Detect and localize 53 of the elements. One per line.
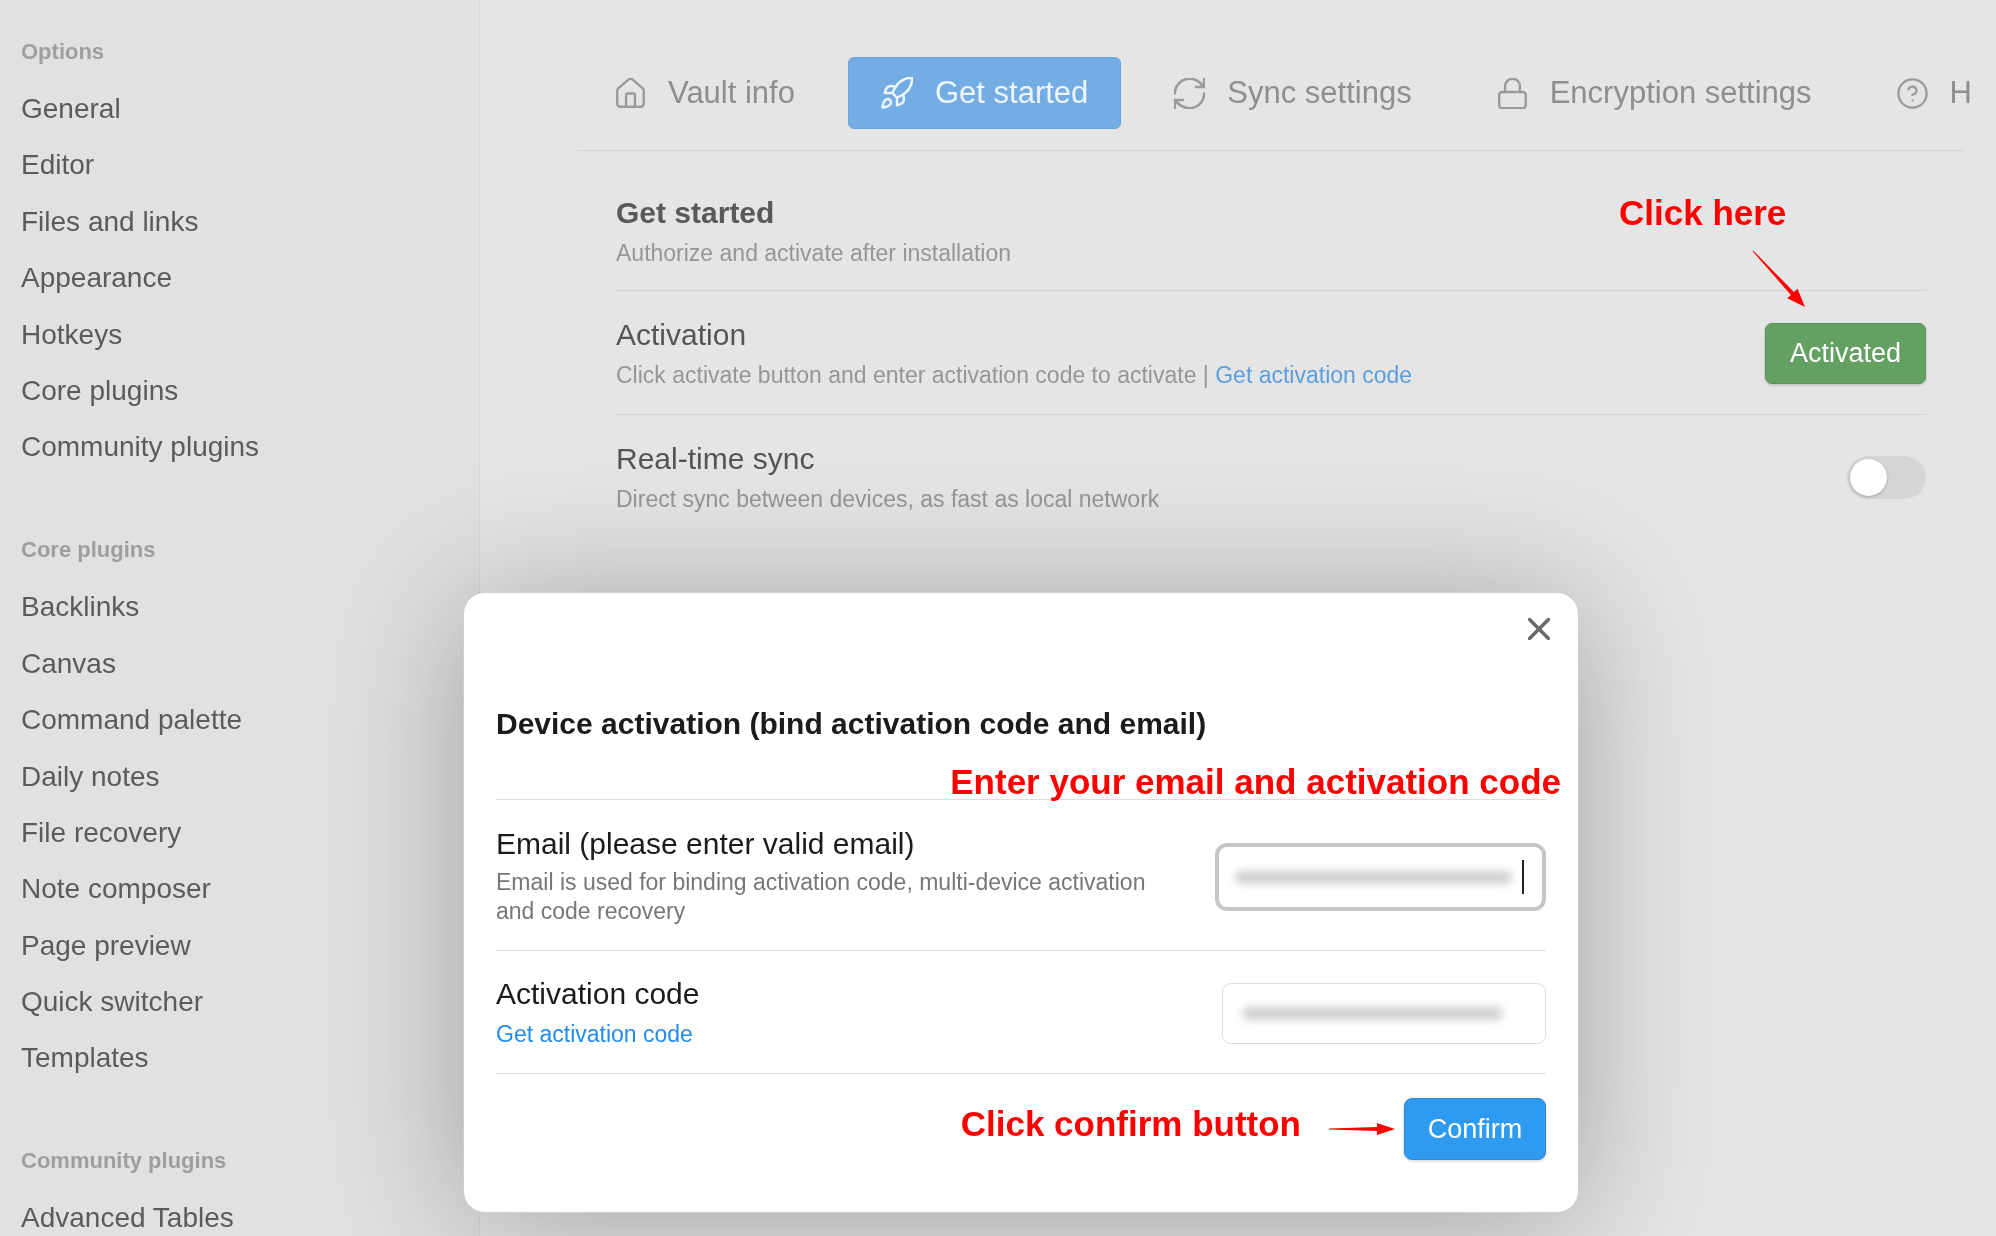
sidebar-item[interactable]: Appearance (21, 262, 172, 295)
sidebar-item[interactable]: Page preview (21, 929, 191, 962)
sidebar-heading: Community plugins (21, 1147, 227, 1176)
sidebar-heading: Core plugins (21, 536, 156, 565)
tab[interactable]: Sync settings (1142, 57, 1444, 129)
sidebar-item[interactable]: Community plugins (21, 431, 260, 464)
setting-title: Real-time sync (616, 442, 815, 476)
sidebar-item[interactable]: Advanced Tables (21, 1202, 234, 1235)
sidebar-item[interactable]: General (21, 93, 121, 125)
sidebar-item[interactable]: Quick switcher (21, 986, 204, 1019)
section-title: Get started (616, 196, 775, 230)
sidebar-item[interactable]: File recovery (21, 816, 182, 849)
arrow-icon (1329, 1123, 1395, 1135)
sidebar-item[interactable]: Core plugins (21, 374, 179, 407)
setting-description: Direct sync between devices, as fast as local network (616, 485, 1160, 513)
setting-title: Activation (616, 318, 747, 352)
sidebar-item[interactable]: Editor (21, 149, 95, 182)
sync-icon (1174, 77, 1206, 109)
field-description: Email is used for binding activation code, multi-device activation and code recovery (496, 868, 1147, 926)
tab[interactable]: H (1864, 57, 1996, 129)
input-field[interactable] (1222, 982, 1546, 1044)
field-label: Activation code (496, 977, 700, 1011)
input-field[interactable] (1215, 842, 1546, 911)
activated-button[interactable]: Activated (1765, 323, 1926, 384)
activation-code-link[interactable]: Get activation code (496, 1020, 693, 1049)
help-icon (1896, 77, 1928, 109)
sidebar-item[interactable]: Command palette (21, 704, 242, 737)
lock-icon (1496, 77, 1528, 109)
tab[interactable]: Vault info (583, 57, 827, 129)
sidebar-item[interactable]: Canvas (21, 647, 116, 680)
annotation-text: Click confirm button (960, 1104, 1301, 1144)
house-icon (615, 77, 646, 109)
close-button[interactable] (1525, 615, 1553, 643)
sidebar-item[interactable]: Note composer (21, 873, 211, 906)
rocket-icon (880, 77, 913, 109)
field-label: Email (please enter valid email) (496, 827, 915, 861)
setting-description: Click activate button and enter activation code to activate | Get activation code (616, 361, 1413, 389)
annotation-text: Enter your email and activation code (950, 765, 1561, 799)
annotation-text: Click here (1619, 196, 1787, 230)
toggle-switch[interactable] (1847, 456, 1926, 499)
sidebar-item[interactable]: Backlinks (21, 591, 140, 624)
text-cursor-icon (1522, 859, 1524, 894)
dialog-title: Device activation (bind activation code and email) (496, 706, 1207, 742)
confirm-button[interactable]: Confirm (1404, 1098, 1546, 1160)
sidebar-heading: Options (21, 38, 105, 66)
sidebar-item[interactable]: Templates (21, 1042, 149, 1075)
tab[interactable]: Encryption settings (1464, 57, 1844, 129)
section-description: Authorize and activate after installation (616, 239, 1012, 267)
sidebar-item[interactable]: Hotkeys (21, 318, 123, 351)
arrow-icon (1752, 250, 1806, 308)
sidebar-item[interactable]: Daily notes (21, 760, 160, 793)
sidebar-item[interactable]: Files and links (21, 205, 199, 238)
close-icon (1528, 618, 1550, 640)
